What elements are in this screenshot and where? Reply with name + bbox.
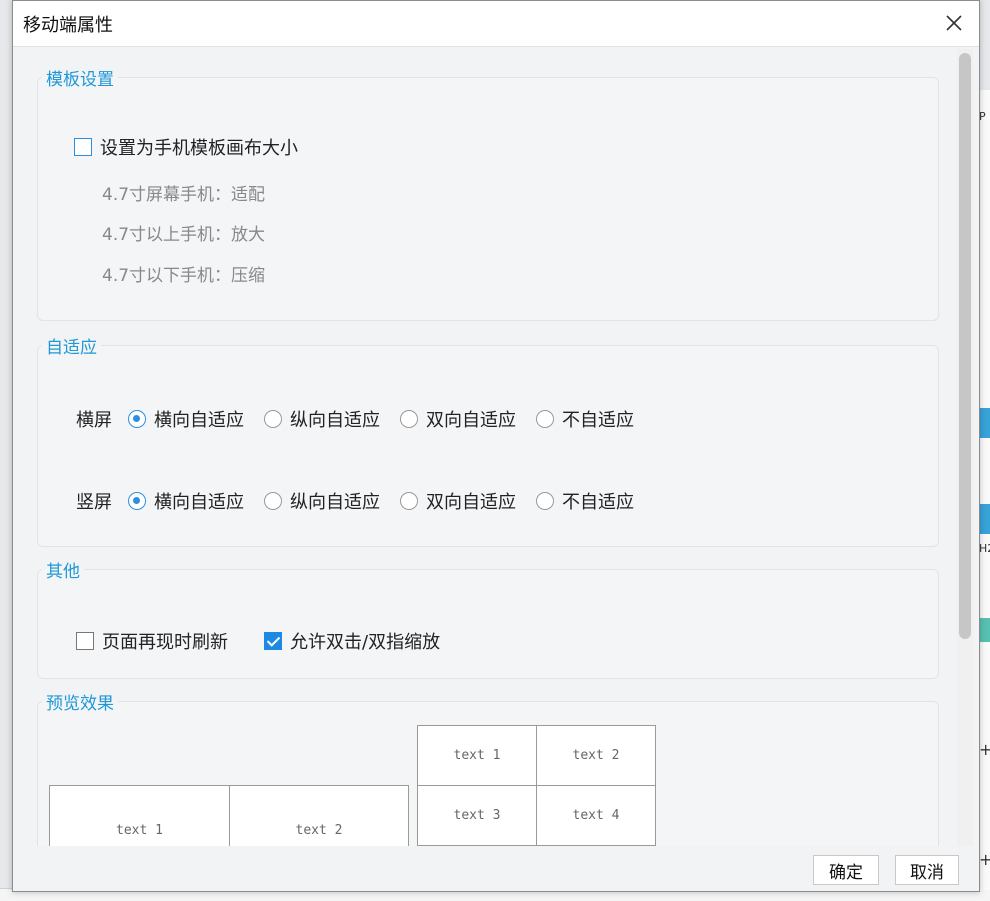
- radio-label: 横向自适应: [154, 410, 244, 431]
- note-compress: 4.7寸以下手机：压缩: [102, 266, 266, 286]
- check-icon[interactable]: [264, 632, 282, 650]
- phone-template-canvas-checkbox[interactable]: 设置为手机模板画布大小: [74, 134, 298, 160]
- landscape-radio-none[interactable]: 不自适应: [536, 406, 634, 432]
- landscape-radio-both[interactable]: 双向自适应: [400, 406, 516, 432]
- radio-button[interactable]: [400, 410, 418, 428]
- landscape-radio-horizontal[interactable]: 横向自适应: [128, 406, 244, 432]
- landscape-radio-vertical[interactable]: 纵向自适应: [264, 406, 380, 432]
- portrait-label: 竖屏: [76, 492, 112, 513]
- portrait-preview-cell: text 3: [417, 785, 537, 846]
- background-mark: +: [979, 850, 990, 869]
- portrait-radio-none[interactable]: 不自适应: [536, 488, 634, 514]
- ok-button[interactable]: 确定: [813, 855, 879, 885]
- dialog-title: 移动端属性: [23, 15, 113, 36]
- radio-label: 纵向自适应: [290, 492, 380, 513]
- background-tab: [979, 504, 990, 534]
- radio-label: 双向自适应: [426, 410, 516, 431]
- background-mark: P: [979, 110, 986, 123]
- landscape-preview-cell: text 2: [229, 785, 409, 846]
- note-adapt: 4.7寸屏幕手机：适配: [102, 185, 266, 205]
- adaptive-group: 自适应 横屏 横向自适应 纵向自适应 双向自适应 不自适应 竖屏 横向自适应 纵…: [37, 333, 939, 547]
- background-tab: [979, 408, 990, 438]
- mobile-properties-dialog: 移动端属性 模板设置 设置为手机模板画布大小 4.7寸屏幕手机：适配 4.7寸以…: [12, 0, 980, 892]
- background-mark: H2: [979, 542, 990, 555]
- radio-button[interactable]: [264, 410, 282, 428]
- preview-legend: 预览效果: [46, 694, 114, 714]
- note-enlarge: 4.7寸以上手机：放大: [102, 225, 266, 245]
- background-mark: +: [979, 740, 990, 759]
- phone-template-canvas-label: 设置为手机模板画布大小: [100, 138, 298, 159]
- radio-button[interactable]: [264, 492, 282, 510]
- template-settings-group: 模板设置 设置为手机模板画布大小 4.7寸屏幕手机：适配 4.7寸以上手机：放大…: [37, 65, 939, 321]
- radio-button[interactable]: [128, 410, 146, 428]
- portrait-radio-both[interactable]: 双向自适应: [400, 488, 516, 514]
- other-group: 其他 页面再现时刷新 允许双击/双指缩放: [37, 557, 939, 679]
- adaptive-legend: 自适应: [46, 338, 97, 358]
- portrait-adaptive-row: 竖屏 横向自适应 纵向自适应 双向自适应 不自适应: [76, 488, 654, 514]
- allow-zoom-checkbox[interactable]: 允许双击/双指缩放: [264, 628, 440, 654]
- landscape-label: 横屏: [76, 410, 112, 431]
- close-icon[interactable]: [941, 10, 967, 36]
- template-settings-legend: 模板设置: [46, 70, 114, 90]
- radio-label: 不自适应: [562, 492, 634, 513]
- radio-button[interactable]: [536, 410, 554, 428]
- other-legend: 其他: [46, 562, 80, 582]
- dialog-footer: 确定 取消: [13, 848, 979, 891]
- dialog-titlebar: 移动端属性: [13, 1, 979, 47]
- portrait-radio-vertical[interactable]: 纵向自适应: [264, 488, 380, 514]
- portrait-preview-cell: text 1: [417, 725, 537, 786]
- cancel-button[interactable]: 取消: [895, 855, 959, 885]
- radio-button[interactable]: [400, 492, 418, 510]
- vertical-scrollbar[interactable]: [957, 49, 973, 846]
- checkbox-box[interactable]: [76, 632, 94, 650]
- scrollbar-thumb[interactable]: [959, 53, 971, 639]
- radio-label: 不自适应: [562, 410, 634, 431]
- background-tab: [979, 618, 990, 642]
- refresh-on-show-checkbox[interactable]: 页面再现时刷新: [76, 628, 228, 654]
- portrait-preview-cell: [417, 845, 656, 846]
- radio-label: 双向自适应: [426, 492, 516, 513]
- allow-zoom-label: 允许双击/双指缩放: [290, 632, 441, 653]
- landscape-adaptive-row: 横屏 横向自适应 纵向自适应 双向自适应 不自适应: [76, 406, 654, 432]
- checkbox-box[interactable]: [74, 138, 92, 156]
- refresh-on-show-label: 页面再现时刷新: [102, 632, 228, 653]
- landscape-preview-cell: text 1: [49, 785, 230, 846]
- dialog-content[interactable]: 模板设置 设置为手机模板画布大小 4.7寸屏幕手机：适配 4.7寸以上手机：放大…: [17, 49, 953, 846]
- portrait-radio-horizontal[interactable]: 横向自适应: [128, 488, 244, 514]
- radio-button[interactable]: [128, 492, 146, 510]
- portrait-preview-cell: text 2: [536, 725, 656, 786]
- radio-button[interactable]: [536, 492, 554, 510]
- radio-label: 纵向自适应: [290, 410, 380, 431]
- radio-label: 横向自适应: [154, 492, 244, 513]
- portrait-preview-cell: text 4: [536, 785, 656, 846]
